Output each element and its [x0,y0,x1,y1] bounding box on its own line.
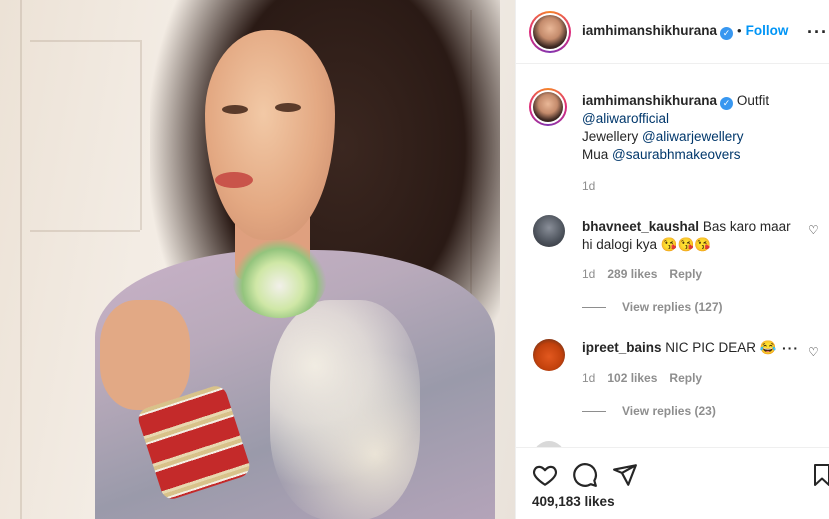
post-photo[interactable] [0,0,515,519]
hand [100,300,190,410]
comment-more-icon[interactable]: ··· [782,340,799,356]
comment-like-icon[interactable]: ♡ [808,345,819,359]
view-replies-label: View replies (127) [622,300,723,314]
door-panel-line [30,230,140,232]
view-replies-button[interactable]: View replies (23) [582,404,716,418]
embroidery [270,300,420,519]
door-panel-line [30,40,140,42]
likes-count[interactable]: 409,183 likes [532,494,615,509]
caption-time[interactable]: 1d [582,179,595,193]
comment-text: NIC PIC DEAR 😂 [665,340,777,355]
right-eye [275,103,301,112]
more-options-icon[interactable]: ··· [807,22,828,43]
header-username[interactable]: iamhimanshikhurana [582,23,717,38]
comment-text: Bas karo maar [702,219,791,234]
verified-badge-icon: ✓ [720,97,734,110]
view-replies-button[interactable]: View replies (127) [582,300,723,314]
header-user-line: iamhimanshikhurana ✓ • Follow [582,23,788,40]
comment-time[interactable]: 1d [582,371,595,385]
header-separator: • [737,23,742,38]
comments-section: iamhimanshikhurana ✓ Outfit @aliwaroffici… [516,65,829,447]
caption-text: Outfit [736,93,770,108]
heart-icon[interactable] [532,462,558,488]
comment-username[interactable]: bhavneet_kaushal [582,219,699,234]
comment-icon[interactable] [572,462,598,488]
avatar[interactable] [529,11,571,53]
comment-meta: 1d 289 likes Reply [582,267,714,281]
reply-button[interactable]: Reply [669,267,702,281]
caption-mua-line: Mua @saurabhmakeovers [582,146,741,164]
comment-avatar[interactable] [533,339,565,371]
comment-like-icon[interactable]: ♡ [808,223,819,237]
comment-likes[interactable]: 289 likes [607,267,657,281]
caption-jewellery-line: Jewellery @aliwarjewellery [582,128,744,146]
caption-mention-aliwarofficial[interactable]: @aliwarofficial [582,110,669,128]
replies-dash [582,411,606,413]
caption-mention-aliwarjewellery[interactable]: @aliwarjewellery [642,129,743,144]
door-panel-line [140,40,142,230]
share-icon[interactable] [612,462,638,488]
caption-avatar[interactable] [529,88,567,126]
reply-button[interactable]: Reply [669,371,702,385]
caption-mention-saurabhmakeovers[interactable]: @saurabhmakeovers [612,147,741,162]
comment-line: ipreet_bains NIC PIC DEAR 😂 [582,339,777,357]
post-side-panel: iamhimanshikhurana ✓ • Follow ··· iamhimans… [515,0,829,519]
replies-dash [582,307,606,309]
comment-time[interactable]: 1d [582,267,595,281]
comment-likes[interactable]: 102 likes [607,371,657,385]
post-header: iamhimanshikhurana ✓ • Follow ··· [516,0,829,64]
bookmark-icon[interactable] [812,462,829,488]
caption-mua-label: Mua [582,147,613,162]
verified-badge-icon: ✓ [720,27,734,40]
door-edge [20,0,22,519]
left-eye [222,105,248,114]
caption-username[interactable]: iamhimanshikhurana [582,93,717,108]
lips [215,172,253,188]
caption-first-line: iamhimanshikhurana ✓ Outfit [582,92,769,110]
comment-line: bhavneet_kaushal Bas karo maar [582,218,791,236]
comment-text-continued: hi dalogi kya 😘😘😘 [582,237,712,252]
comment-avatar[interactable] [533,215,565,247]
comment-meta: 1d 102 likes Reply [582,371,714,385]
view-replies-label: View replies (23) [622,404,716,418]
necklace [232,238,327,318]
caption-jewellery-label: Jewellery [582,129,643,144]
follow-button[interactable]: Follow [746,23,789,38]
comment-username[interactable]: ipreet_bains [582,340,662,355]
